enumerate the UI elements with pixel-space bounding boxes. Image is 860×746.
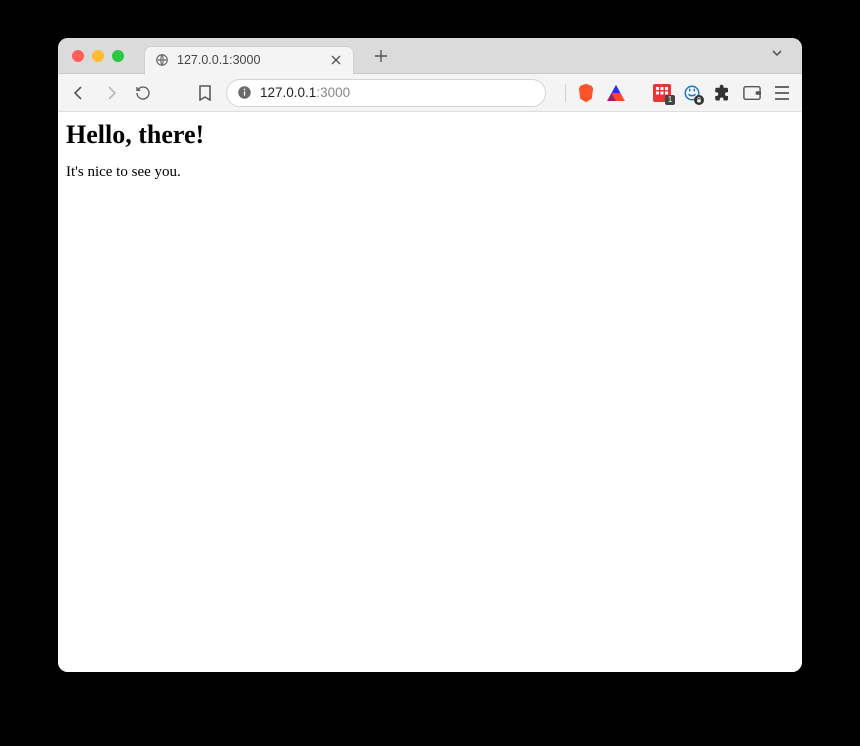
address-host: 127.0.0.1 [260, 85, 316, 100]
wallet-icon[interactable] [742, 83, 762, 103]
browser-window: 127.0.0.1:3000 [58, 38, 802, 672]
address-bar[interactable]: 127.0.0.1:3000 [226, 79, 546, 107]
titlebar: 127.0.0.1:3000 [58, 38, 802, 74]
page-heading: Hello, there! [66, 120, 794, 150]
brave-rewards-icon[interactable] [606, 83, 626, 103]
tab-close-button[interactable] [329, 53, 343, 67]
brave-shields-icon[interactable] [576, 83, 596, 103]
extensions-puzzle-icon[interactable] [712, 83, 732, 103]
page-content: Hello, there! It's nice to see you. [58, 112, 802, 672]
tab-title: 127.0.0.1:3000 [177, 53, 321, 67]
site-info-icon[interactable] [237, 85, 252, 100]
window-minimize-button[interactable] [92, 50, 104, 62]
browser-tab[interactable]: 127.0.0.1:3000 [144, 46, 354, 74]
bookmark-button[interactable] [194, 82, 216, 104]
extension-grid-icon[interactable]: 1 [652, 83, 672, 103]
reload-button[interactable] [132, 82, 154, 104]
extension-badge: 1 [665, 95, 675, 105]
window-controls [72, 50, 124, 62]
lock-badge-icon [694, 95, 704, 105]
window-close-button[interactable] [72, 50, 84, 62]
toolbar: 127.0.0.1:3000 [58, 74, 802, 112]
app-menu-button[interactable] [772, 83, 792, 103]
extension-cookie-icon[interactable] [682, 83, 702, 103]
address-port: :3000 [316, 85, 350, 100]
divider [565, 84, 566, 102]
address-text: 127.0.0.1:3000 [260, 85, 350, 100]
back-button[interactable] [68, 82, 90, 104]
new-tab-button[interactable] [368, 43, 394, 69]
toolbar-right: 1 [565, 83, 792, 103]
tabs-dropdown-button[interactable] [766, 42, 788, 69]
window-maximize-button[interactable] [112, 50, 124, 62]
forward-button[interactable] [100, 82, 122, 104]
page-paragraph: It's nice to see you. [66, 164, 794, 181]
globe-icon [155, 53, 169, 67]
